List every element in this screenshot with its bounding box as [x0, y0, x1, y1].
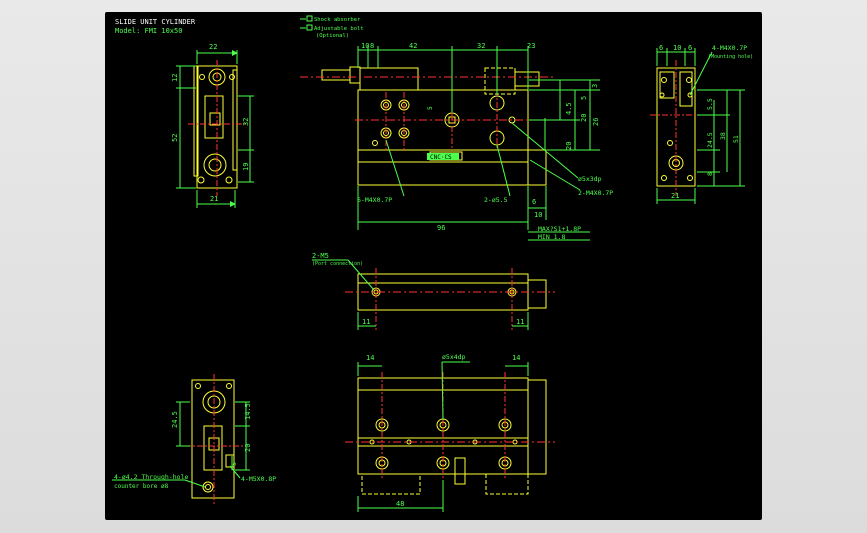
technical-drawing: SLIDE UNIT CYLINDER Model: FMI 10x50 Sho…: [112, 15, 753, 512]
callout-d5x3dp: ø5x3dp: [578, 175, 602, 183]
dim-top-10: 10: [361, 42, 369, 50]
callout-2-d5-5: 2-ø5.5: [484, 196, 508, 204]
dim-ends-38: 38: [719, 132, 727, 140]
dim-front-96: 96: [437, 224, 445, 232]
callout-6-m4: 6-M4X0.7P: [357, 196, 392, 204]
dim-top-23: 23: [527, 42, 535, 50]
callout-d5x4dp: ø5x4dp: [442, 353, 466, 361]
front-view: [300, 46, 600, 241]
dim-side-19: 19: [242, 163, 250, 171]
end-view: [650, 48, 745, 204]
dim-bl-5: 5: [230, 462, 238, 466]
dim-ends-6: 6: [659, 44, 663, 52]
dim-front-6: 6: [532, 198, 536, 206]
legend-item3: (Optional): [316, 33, 349, 39]
callout-ends-m4: 4-M4X0.7P: [712, 44, 747, 52]
dim-bot-48: 48: [396, 500, 404, 508]
dim-side-52: 52: [171, 134, 179, 142]
dim-right-3: 3: [591, 84, 599, 88]
legend: Shock absorber Adjustable bolt (Optional…: [300, 15, 364, 39]
dim-ends-21: 21: [671, 192, 679, 200]
dim-right-20: 20: [565, 142, 573, 150]
dim-bl-24-5: 24.5: [171, 411, 179, 428]
dim-bl-20: 20: [244, 444, 252, 452]
callout-ends-m4-sub: (Mounting hole): [708, 54, 753, 60]
nameplate-label: CNC·CS: [430, 154, 452, 161]
dim-front-max: MAX?S1+1.8P: [538, 225, 581, 233]
legend-item2: Adjustable bolt: [314, 26, 364, 32]
callout-bl-m5: 4-M5X0.8P: [241, 475, 276, 483]
dim-bl-14-5: 14.5: [244, 403, 252, 420]
callout-2-m5-sub: (Port connection): [312, 261, 363, 267]
title-line1: SLIDE UNIT CYLINDER: [115, 18, 196, 26]
dim-mid-11b: 11: [516, 318, 524, 326]
dim-ends-24-5: 24.5: [706, 132, 714, 148]
dim-side-21: 21: [210, 195, 218, 203]
dim-right-4-5: 4.5: [565, 102, 573, 115]
dim-side-top-width: 22: [209, 43, 217, 51]
dim-top-8: 8: [370, 42, 374, 50]
dim-right-5: 5: [580, 96, 588, 100]
callout-bl-through-hole: 4-ø4.2 Through-hole: [114, 473, 188, 481]
dim-right-20b: 20: [580, 114, 588, 122]
dim-front-10: 10: [534, 211, 542, 219]
dim-right-26: 26: [592, 118, 600, 126]
dim-bot-14a: 14: [366, 354, 374, 362]
dim-bot-14b: 14: [512, 354, 520, 362]
dim-side-32: 32: [242, 118, 250, 126]
dim-ends-8: 8: [706, 172, 714, 176]
dim-ends-6b: 6: [688, 44, 692, 52]
side-view: [176, 50, 254, 208]
dim-ends-5-5: 5.5: [706, 98, 714, 110]
callout-2-m5: 2-M5: [312, 252, 329, 260]
dim-front-5: 5: [427, 106, 434, 110]
bottom-view: [345, 361, 555, 512]
title-line2: Model: FMI 10x50: [115, 27, 182, 35]
callout-2-m4: 2-M4X0.7P: [578, 189, 613, 197]
dim-mid-11a: 11: [362, 318, 370, 326]
dim-side-12: 12: [171, 74, 179, 82]
dim-ends-51: 51: [732, 135, 740, 143]
legend-item1: Shock absorber: [314, 17, 361, 23]
callout-bl-counter-bore: counter bore ø8: [114, 483, 169, 490]
dim-top-42: 42: [409, 42, 417, 50]
dim-ends-10: 10: [673, 44, 681, 52]
dim-top-32: 32: [477, 42, 485, 50]
dim-front-min: MIN 1.8: [538, 233, 565, 241]
